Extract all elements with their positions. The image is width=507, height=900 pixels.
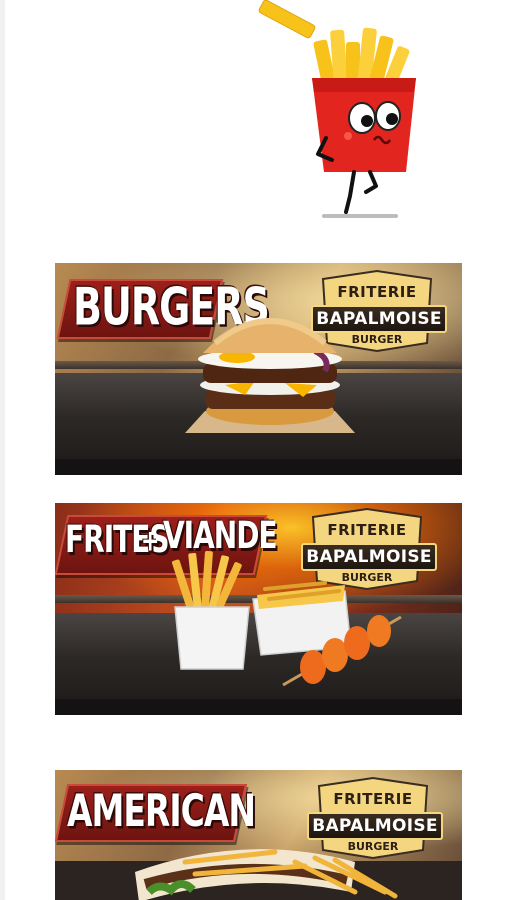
banner-bottom-bar [55,459,462,475]
category-banner-american[interactable]: AMERICAN FRITERIE BAPALMOISE BURGER [55,770,462,900]
fries-and-skewer-icon [165,550,405,706]
banner-title-plus: + [141,525,159,559]
scrollbar-track [0,0,5,900]
category-banner-burgers[interactable]: BURGERS FRITERIE BAPALMOISE BURGER [55,263,462,475]
page: BURGERS FRITERIE BAPALMOISE BURGER FRITE… [0,0,507,900]
burger-icon [185,293,355,443]
american-sandwich-icon [125,822,425,900]
category-banner-frites-viande[interactable]: FRITES + VIANDE FRITERIE BAPALMOISE BURG… [55,503,462,715]
logo-top-text: FRITERIE [327,521,407,539]
logo-top-text: FRITERIE [333,790,413,808]
fries-mascot-icon [250,0,440,230]
